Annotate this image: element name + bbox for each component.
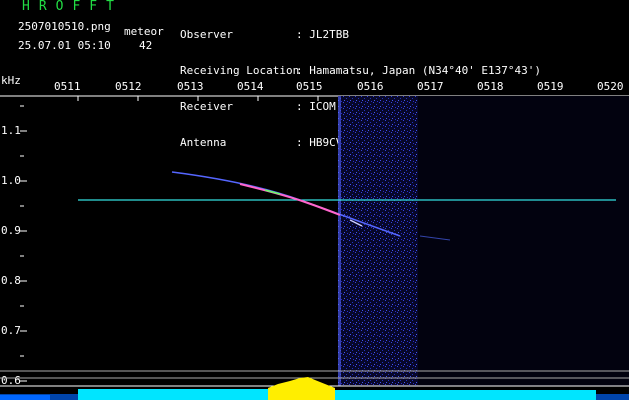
noise-edge <box>338 96 341 386</box>
spectrogram-plot <box>0 95 629 400</box>
level-bar-peak <box>268 377 335 400</box>
y-tick-marks <box>20 105 27 382</box>
background-noise <box>418 96 629 386</box>
level-bar-left <box>78 389 268 400</box>
level-bar-start <box>0 395 50 400</box>
level-bar-right <box>335 390 596 400</box>
noise-burst-region <box>338 96 418 386</box>
